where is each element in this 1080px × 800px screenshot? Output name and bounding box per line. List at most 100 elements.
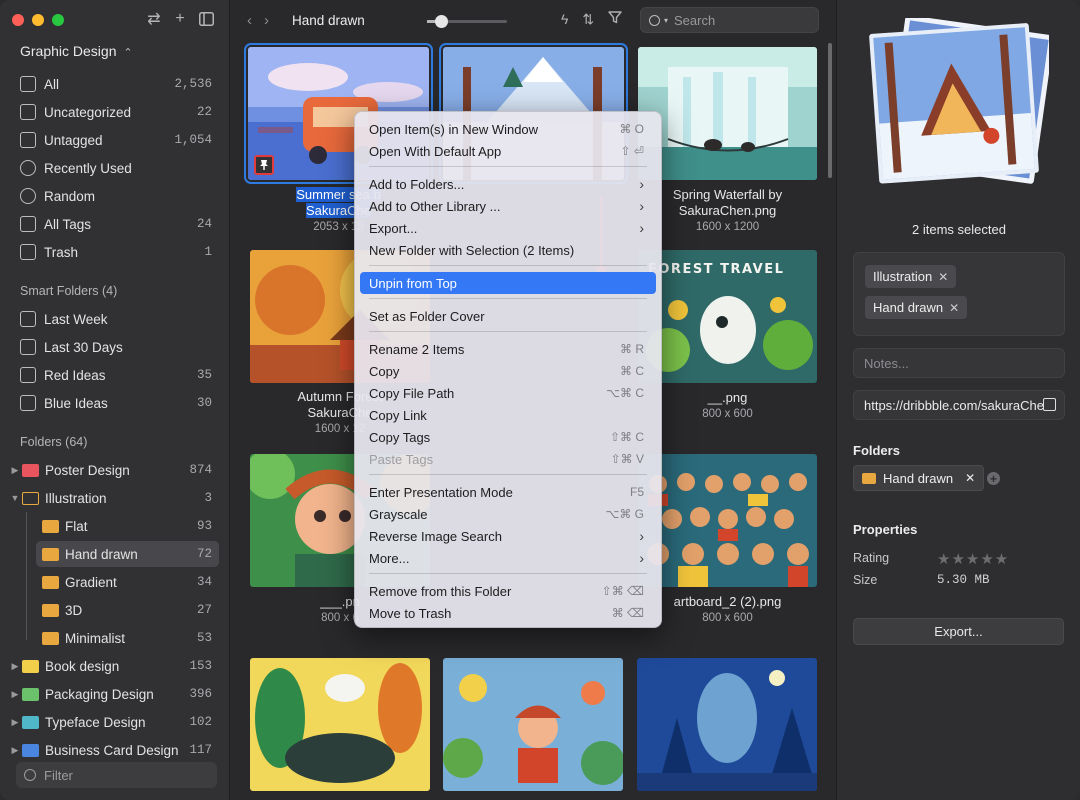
- menu-item-open-with-default-app[interactable]: Open With Default App ⇧ ⏎: [360, 140, 656, 162]
- sidebar-item-trash[interactable]: Trash 1: [20, 240, 220, 264]
- export-button[interactable]: Export...: [853, 618, 1064, 645]
- folder-gradient[interactable]: Gradient 34: [0, 569, 230, 595]
- zoom-window-button[interactable]: [52, 14, 64, 26]
- back-icon[interactable]: ‹: [247, 12, 252, 29]
- menu-item-new-folder-with-selection-2-items[interactable]: New Folder with Selection (2 Items): [360, 239, 656, 261]
- menu-item-add-to-folders[interactable]: Add to Folders... ›: [360, 173, 656, 195]
- folder-typeface-design[interactable]: ▶ Typeface Design 102: [0, 709, 230, 735]
- thumbnail-crowd[interactable]: [638, 454, 817, 587]
- rating-row: Rating ★★★★★: [853, 550, 1010, 568]
- chevron-right-icon[interactable]: ▶: [8, 717, 22, 728]
- menu-item-copy-link[interactable]: Copy Link: [360, 404, 656, 426]
- notes-field[interactable]: Notes...: [853, 348, 1065, 378]
- search-input[interactable]: ▾ Search: [640, 7, 819, 33]
- submenu-arrow-icon: ›: [639, 550, 644, 566]
- add-folder-icon[interactable]: +: [987, 472, 1000, 485]
- menu-item-unpin-from-top[interactable]: Unpin from Top: [360, 272, 656, 294]
- smart-folder-last-30-days[interactable]: Last 30 Days: [20, 335, 220, 359]
- thumbnail-night-forest[interactable]: [637, 658, 817, 791]
- menu-item-grayscale[interactable]: Grayscale ⌥⌘ G: [360, 503, 656, 525]
- folders-heading[interactable]: Folders (64): [20, 435, 87, 449]
- folder-3d[interactable]: 3D 27: [0, 597, 230, 623]
- open-link-icon[interactable]: [1043, 398, 1056, 411]
- menu-item-add-to-other-library[interactable]: Add to Other Library ... ›: [360, 195, 656, 217]
- sidebar-item-uncategorized[interactable]: Uncategorized 22: [20, 100, 220, 124]
- chevron-down-icon[interactable]: ▼: [8, 493, 22, 503]
- tag-chip[interactable]: Hand drawn ✕: [865, 296, 968, 319]
- menu-item-copy[interactable]: Copy ⌘ C: [360, 360, 656, 382]
- scrollbar[interactable]: [828, 43, 832, 178]
- folder-packaging-design[interactable]: ▶ Packaging Design 396: [0, 681, 230, 707]
- sync-icon[interactable]: ⇄: [146, 11, 162, 28]
- menu-item-reverse-image-search[interactable]: Reverse Image Search ›: [360, 525, 656, 547]
- tags-field[interactable]: Illustration ✕ Hand drawn ✕: [853, 252, 1065, 336]
- folder-book-design[interactable]: ▶ Book design 153: [0, 653, 230, 679]
- folder-illustration[interactable]: ▼ Illustration 3: [0, 485, 230, 511]
- folder-icon: [42, 575, 59, 589]
- menu-item-rename-2-items[interactable]: Rename 2 Items ⌘ R: [360, 338, 656, 360]
- sidebar-item-all-tags[interactable]: All Tags 24: [20, 212, 220, 236]
- folder-chip[interactable]: Hand drawn ✕: [853, 465, 985, 491]
- filter-funnel-icon[interactable]: [608, 11, 622, 28]
- sidebar-item-all[interactable]: All 2,536: [20, 72, 220, 96]
- folder-icon: [22, 687, 39, 701]
- folder-flat[interactable]: Flat 93: [0, 513, 230, 539]
- sort-icon[interactable]: ⇅: [582, 11, 594, 28]
- chevron-right-icon[interactable]: ▶: [8, 661, 22, 672]
- menu-item-remove-from-this-folder[interactable]: Remove from this Folder ⇧⌘ ⌫: [360, 580, 656, 602]
- toggle-sidebar-icon[interactable]: [198, 11, 214, 27]
- smart-folder-blue-ideas[interactable]: Blue Ideas 30: [20, 391, 220, 415]
- smart-folder-red-ideas[interactable]: Red Ideas 35: [20, 363, 220, 387]
- url-field[interactable]: https://dribbble.com/sakuraChen: [853, 390, 1065, 420]
- trash-icon: [20, 244, 36, 260]
- item-caption[interactable]: Spring Waterfall by SakuraChen.png: [638, 187, 817, 219]
- menu-item-copy-file-path[interactable]: Copy File Path ⌥⌘ C: [360, 382, 656, 404]
- folder-icon: [22, 715, 39, 729]
- thumbnail-jungle-cat[interactable]: [250, 658, 430, 791]
- chevron-right-icon[interactable]: ▶: [8, 689, 22, 700]
- sidebar-item-recently-used[interactable]: Recently Used: [20, 156, 220, 180]
- folder-business-card-design[interactable]: ▶ Business Card Design 117: [0, 737, 230, 763]
- remove-tag-icon[interactable]: ✕: [938, 270, 948, 284]
- folder-poster-design[interactable]: ▶ Poster Design 874: [0, 457, 230, 483]
- library-switcher[interactable]: Graphic Design ⌃: [20, 43, 133, 59]
- close-window-button[interactable]: [12, 14, 24, 26]
- chevron-right-icon[interactable]: ▶: [8, 745, 22, 756]
- sidebar-tools: ⇄ +: [146, 10, 214, 28]
- smart-folder-last-week[interactable]: Last Week: [20, 307, 220, 331]
- tag-chip[interactable]: Illustration ✕: [865, 265, 957, 288]
- rating-stars[interactable]: ★★★★★: [937, 550, 1009, 568]
- minimize-window-button[interactable]: [32, 14, 44, 26]
- thumbnail-forest-travel[interactable]: FOREST TRAVEL: [638, 250, 817, 383]
- menu-item-move-to-trash[interactable]: Move to Trash ⌘ ⌫: [360, 602, 656, 624]
- menu-item-set-as-folder-cover[interactable]: Set as Folder Cover: [360, 305, 656, 327]
- menu-item-more[interactable]: More... ›: [360, 547, 656, 569]
- filter-input[interactable]: Filter: [16, 762, 217, 788]
- pin-icon: [254, 155, 274, 175]
- item-dimensions: 800 x 600: [702, 408, 753, 420]
- item-caption[interactable]: __.png: [638, 390, 817, 406]
- remove-folder-icon[interactable]: ✕: [965, 471, 975, 485]
- item-caption[interactable]: artboard_2 (2).png: [638, 594, 817, 610]
- folder-hand-drawn[interactable]: Hand drawn 72: [0, 541, 230, 567]
- lightning-icon[interactable]: ϟ: [561, 11, 568, 28]
- sidebar-item-untagged[interactable]: Untagged 1,054: [20, 128, 220, 152]
- slider-knob[interactable]: [435, 15, 448, 28]
- menu-item-export[interactable]: Export... ›: [360, 217, 656, 239]
- thumbnail-spring-waterfall[interactable]: [638, 47, 817, 180]
- properties-heading: Properties: [853, 522, 918, 537]
- menu-item-enter-presentation-mode[interactable]: Enter Presentation Mode F5: [360, 481, 656, 503]
- menu-item-open-item-s-in-new-window[interactable]: Open Item(s) in New Window ⌘ O: [360, 118, 656, 140]
- thumbnail-size-slider[interactable]: [427, 15, 507, 28]
- chevron-right-icon[interactable]: ▶: [8, 465, 22, 476]
- folder-icon: [42, 547, 59, 561]
- smart-folders-heading[interactable]: Smart Folders (4): [20, 284, 117, 298]
- sidebar-item-random[interactable]: Random: [20, 184, 220, 208]
- menu-item-copy-tags[interactable]: Copy Tags ⇧⌘ C: [360, 426, 656, 448]
- remove-tag-icon[interactable]: ✕: [949, 301, 959, 315]
- shortcut-label: ⇧⌘ V: [610, 452, 644, 466]
- folder-minimalist[interactable]: Minimalist 53: [0, 625, 230, 651]
- forward-icon[interactable]: ›: [264, 12, 269, 29]
- thumbnail-flower-girl[interactable]: [443, 658, 623, 791]
- add-icon[interactable]: +: [172, 10, 188, 27]
